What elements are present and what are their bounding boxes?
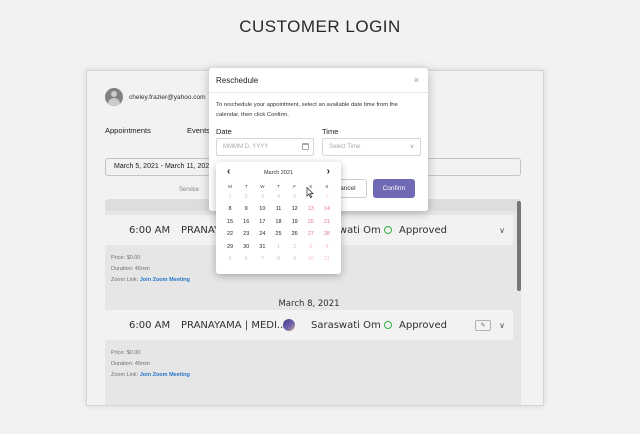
calendar-day[interactable]: 19 <box>287 216 303 228</box>
calendar-day[interactable]: 15 <box>222 216 238 228</box>
confirm-button[interactable]: Confirm <box>373 179 415 198</box>
calendar-icon <box>302 143 309 150</box>
calendar-day: 5 <box>293 194 297 200</box>
calendar-day[interactable]: 16 <box>238 216 254 228</box>
calendar-day[interactable]: 21 <box>319 216 335 228</box>
calendar-day[interactable]: 10 <box>254 203 270 215</box>
calendar-day[interactable]: 20 <box>303 216 319 228</box>
calendar-day[interactable]: 8 <box>222 203 238 215</box>
calendar-day[interactable]: 11 <box>270 203 286 215</box>
close-icon[interactable]: × <box>414 75 419 85</box>
time-select[interactable]: Select Time ∨ <box>322 138 421 156</box>
date-input[interactable]: MMMM D, YYYY <box>216 138 314 156</box>
calendar-day[interactable]: 31 <box>254 241 270 253</box>
calendar-day[interactable]: 14 <box>319 203 335 215</box>
calendar-day: 9 <box>293 255 297 262</box>
weekday-label: S <box>325 184 329 189</box>
calendar-day[interactable]: 17 <box>254 216 270 228</box>
weekday-label: T <box>244 184 248 189</box>
calendar-day[interactable]: 12 <box>287 203 303 215</box>
calendar-day: 5 <box>228 255 232 262</box>
weekday-label: F <box>293 184 296 189</box>
weekday-label: T <box>277 184 280 189</box>
calendar-day: 2 <box>293 243 297 250</box>
calendar-day[interactable]: 26 <box>287 228 303 240</box>
time-placeholder: Select Time <box>329 144 361 150</box>
calendar-day: 2 <box>244 194 248 200</box>
calendar-day: 3 <box>309 243 313 250</box>
calendar-day: 6 <box>244 255 248 262</box>
calendar-day[interactable]: 30 <box>238 241 254 253</box>
chevron-down-icon: ∨ <box>409 144 414 150</box>
calendar-day: 10 <box>307 255 314 262</box>
calendar-day: 7 <box>325 194 329 200</box>
calendar-day[interactable]: 13 <box>303 203 319 215</box>
calendar-day[interactable]: 29 <box>222 241 238 253</box>
dialog-description: To reschedule your appointment, select a… <box>216 102 398 118</box>
calendar-grid: MTWTFSS123456789101112131415161718192021… <box>222 183 335 265</box>
calendar-day: 1 <box>228 194 232 200</box>
weekday-label: W <box>260 184 265 189</box>
calendar-day[interactable]: 22 <box>222 228 238 240</box>
calendar-month: March 2021 <box>263 170 294 176</box>
calendar-day[interactable]: 18 <box>270 216 286 228</box>
date-picker: ‹ March 2021 › MTWTFSS123456789101112131… <box>216 162 341 274</box>
calendar-day[interactable]: 25 <box>270 228 286 240</box>
calendar-day: 8 <box>276 255 281 262</box>
calendar-day[interactable]: 27 <box>303 228 319 240</box>
date-label: Date <box>216 127 232 136</box>
date-placeholder: MMMM D, YYYY <box>223 144 269 150</box>
weekday-label: M <box>228 184 232 189</box>
time-label: Time <box>322 127 339 136</box>
calendar-day[interactable]: 9 <box>238 203 254 215</box>
dialog-title: Reschedule <box>216 76 259 85</box>
calendar-day[interactable]: 23 <box>238 228 254 240</box>
chevron-right-icon[interactable]: › <box>327 166 330 177</box>
calendar-day[interactable]: 28 <box>319 228 335 240</box>
calendar-day: 4 <box>276 194 281 200</box>
calendar-day: 1 <box>276 243 281 250</box>
calendar-day[interactable]: 24 <box>254 228 270 240</box>
calendar-day: 4 <box>325 243 329 250</box>
calendar-day: 7 <box>260 255 264 262</box>
calendar-day: 3 <box>260 194 264 200</box>
calendar-day: 11 <box>324 255 330 262</box>
divider <box>209 92 428 93</box>
